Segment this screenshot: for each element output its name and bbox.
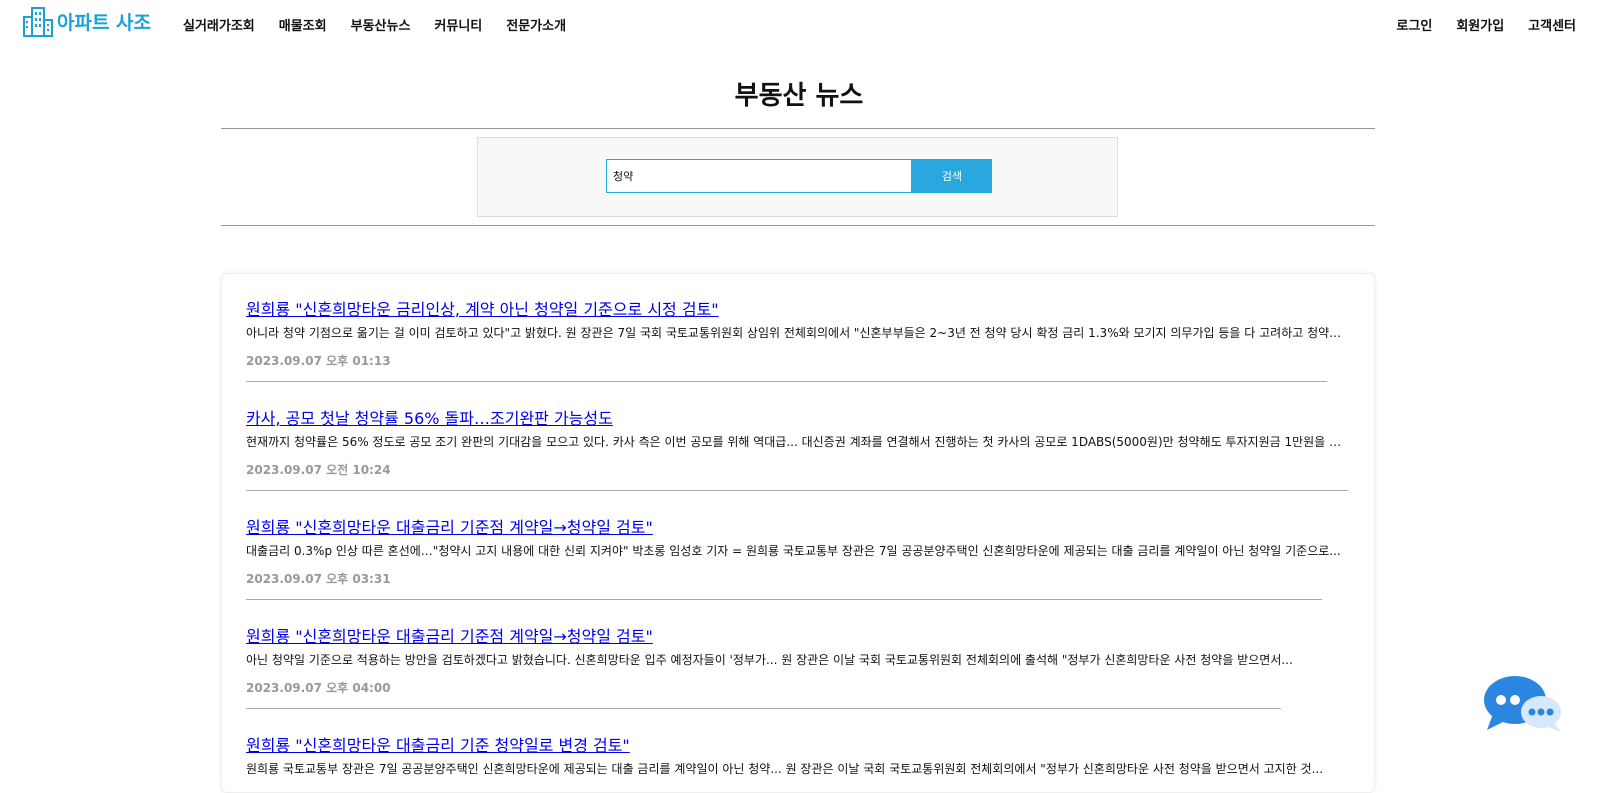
news-title-link[interactable]: 원희룡 "신혼희망타운 대출금리 기준점 계약일→청약일 검토" [246,623,653,647]
news-divider [246,381,1327,382]
user-menu: 로그인 회원가입 고객센터 [1372,15,1576,34]
title-divider [221,128,1375,129]
search-button[interactable]: 검색 [912,159,992,193]
news-title-link[interactable]: 카사, 공모 첫날 청약률 56% 돌파…조기완판 가능성도 [246,405,613,429]
signup-link[interactable]: 회원가입 [1456,15,1504,34]
news-divider [246,708,1281,709]
news-summary: 원희룡 국토교통부 장관은 7일 공공분양주택인 신혼희망타운에 제공되는 대출… [246,762,1324,776]
top-navigation-bar: 아파트 사조 실거래가조회 매물조회 부동산뉴스 커뮤니티 전문가소개 로그인 … [0,0,1598,50]
news-divider [246,599,1322,600]
nav-item-experts[interactable]: 전문가소개 [506,15,566,34]
news-divider [246,490,1348,491]
nav-item-listings[interactable]: 매물조회 [279,15,327,34]
login-link[interactable]: 로그인 [1396,15,1432,34]
logo-text: 아파트 사조 [57,11,152,34]
news-summary: 대출금리 0.3%p 인상 따른 혼선에…"청약시 고지 내용에 대한 신뢰 지… [246,544,1341,558]
news-date: 2023.09.07 오후 01:13 [246,354,391,368]
news-title-link[interactable]: 원희룡 "신혼희망타운 대출금리 기준 청약일로 변경 검토" [246,732,630,756]
news-date: 2023.09.07 오후 03:31 [246,572,391,586]
nav-item-real-price[interactable]: 실거래가조회 [183,15,255,34]
main-nav: 실거래가조회 매물조회 부동산뉴스 커뮤니티 전문가소개 [183,15,590,34]
news-list: 원희룡 "신혼희망타운 금리인상, 계약 아닌 청약일 기준으로 시정 검토" … [221,273,1375,793]
news-summary: 아니라 청약 기점으로 옮기는 걸 이미 검토하고 있다"고 밝혔다. 원 장관… [246,326,1346,340]
news-title-link[interactable]: 원희룡 "신혼희망타운 대출금리 기준점 계약일→청약일 검토" [246,514,653,538]
news-date: 2023.09.07 오전 10:24 [246,463,391,477]
nav-item-community[interactable]: 커뮤니티 [434,15,482,34]
news-summary: 현재까지 청약률은 56% 정도로 공모 조기 완판의 기대감을 모으고 있다.… [246,435,1346,449]
page-title: 부동산 뉴스 [734,81,864,111]
news-date: 2023.09.07 오후 04:00 [246,681,391,695]
news-title-link[interactable]: 원희룡 "신혼희망타운 금리인상, 계약 아닌 청약일 기준으로 시정 검토" [246,296,719,320]
customer-center-link[interactable]: 고객센터 [1528,15,1576,34]
nav-item-news[interactable]: 부동산뉴스 [351,15,411,34]
news-summary: 아닌 청약일 기준으로 적용하는 방안을 검토하겠다고 밝혔습니다. 신혼희망타… [246,653,1293,667]
site-logo[interactable]: 아파트 사조 [22,5,151,37]
building-icon [23,7,53,37]
search-divider [221,225,1375,226]
search-input[interactable] [606,159,912,193]
search-panel: 검색 [477,137,1118,217]
chat-bubble-icon [1484,676,1561,732]
chat-widget-button[interactable] [1483,674,1563,734]
